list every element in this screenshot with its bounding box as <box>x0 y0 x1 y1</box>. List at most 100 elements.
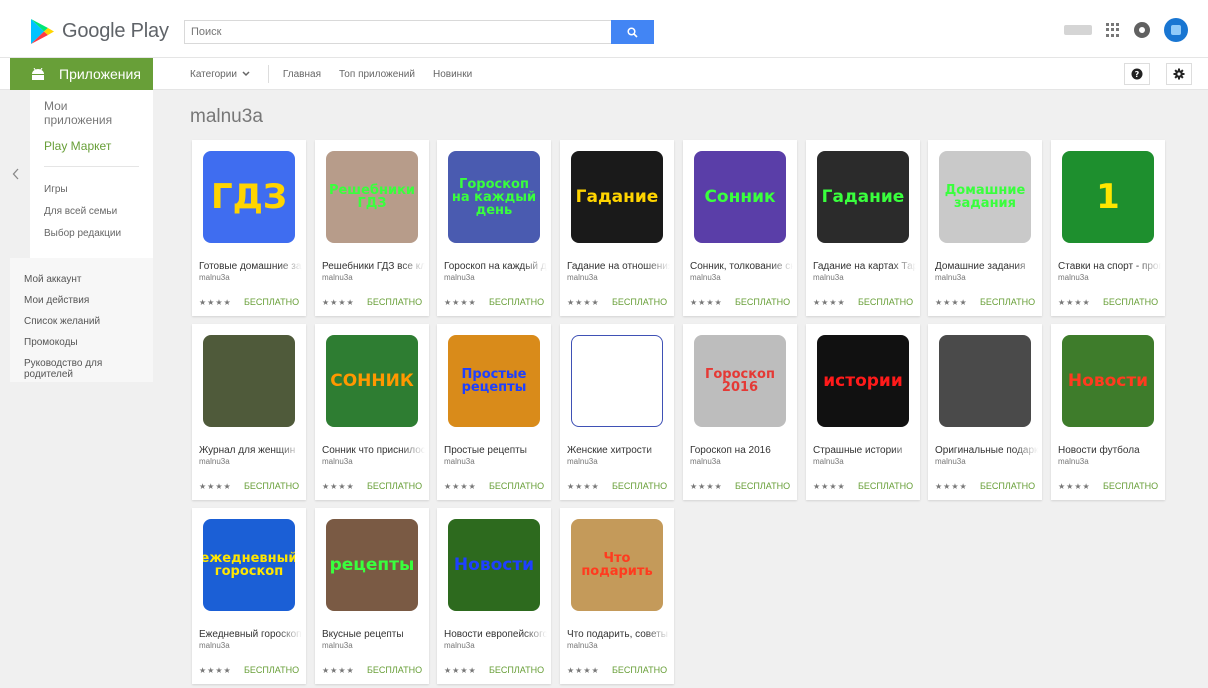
price-label[interactable]: БЕСПЛАТНО <box>980 297 1035 307</box>
price-label[interactable]: БЕСПЛАТНО <box>1103 481 1158 491</box>
nav-home[interactable]: Главная <box>283 69 321 80</box>
app-developer[interactable]: malnu3a <box>567 273 598 282</box>
app-icon[interactable]: Гадание <box>817 151 909 243</box>
categories-dropdown[interactable]: Категории <box>190 69 250 80</box>
app-icon[interactable]: истории <box>817 335 909 427</box>
app-icon[interactable] <box>571 335 663 427</box>
price-label[interactable]: БЕСПЛАТНО <box>244 665 299 675</box>
menu-wishlist[interactable]: Список желаний <box>24 316 100 327</box>
price-label[interactable]: БЕСПЛАТНО <box>1103 297 1158 307</box>
app-icon[interactable]: Решебники ГДЗ <box>326 151 418 243</box>
price-label[interactable]: БЕСПЛАТНО <box>489 297 544 307</box>
app-developer[interactable]: malnu3a <box>199 641 230 650</box>
chevron-left-icon[interactable] <box>12 168 20 180</box>
app-title[interactable]: Готовые домашние задания <box>199 261 302 272</box>
app-developer[interactable]: malnu3a <box>444 457 475 466</box>
price-label[interactable]: БЕСПЛАТНО <box>489 665 544 675</box>
menu-account[interactable]: Мой аккаунт <box>24 274 81 285</box>
price-label[interactable]: БЕСПЛАТНО <box>735 481 790 491</box>
app-title[interactable]: Страшные истории <box>813 445 916 456</box>
sidebar-item-games[interactable]: Игры <box>44 184 68 195</box>
app-card[interactable]: ГДЗ Готовые домашние заданияmalnu3a ★★★★ БЕ… <box>192 140 306 316</box>
app-card[interactable]: 1 Ставки на спорт - прогнозыmalnu3a ★★★★ БЕ… <box>1051 140 1165 316</box>
app-card[interactable]: СОННИК Сонник что приснилось malnu3a ★★★★ БЕ… <box>315 324 429 500</box>
price-label[interactable]: БЕСПЛАТНО <box>367 665 422 675</box>
price-label[interactable]: БЕСПЛАТНО <box>612 297 667 307</box>
app-title[interactable]: Решебники ГДЗ все классы <box>322 261 425 272</box>
nav-top-apps[interactable]: Топ приложений <box>339 69 415 80</box>
app-title[interactable]: Новости футбола <box>1058 445 1161 456</box>
app-title[interactable]: Вкусные рецепты <box>322 629 425 640</box>
price-label[interactable]: БЕСПЛАТНО <box>244 297 299 307</box>
sidebar-item-my-apps[interactable]: Мои приложения <box>44 99 114 127</box>
price-label[interactable]: БЕСПЛАТНО <box>367 297 422 307</box>
price-label[interactable]: БЕСПЛАТНО <box>244 481 299 491</box>
app-card[interactable]: рецепты Вкусные рецепты malnu3a ★★★★ БЕСПЛАТ… <box>315 508 429 684</box>
notifications-icon[interactable] <box>1134 22 1150 38</box>
app-icon[interactable]: Простые рецепты <box>448 335 540 427</box>
app-title[interactable]: Простые рецепты <box>444 445 547 456</box>
app-title[interactable]: Ставки на спорт - прогнозы <box>1058 261 1161 272</box>
app-developer[interactable]: malnu3a <box>813 457 844 466</box>
app-title[interactable]: Женские хитрости <box>567 445 670 456</box>
app-card[interactable]: Простые рецепты Простые рецепты malnu3a ★★★… <box>437 324 551 500</box>
app-developer[interactable]: malnu3a <box>322 273 353 282</box>
app-title[interactable]: Сонник что приснилось <box>322 445 425 456</box>
app-title[interactable]: Домашние задания <box>935 261 1038 272</box>
google-play-logo[interactable]: Google Play <box>30 18 169 45</box>
app-icon[interactable]: 1 <box>1062 151 1154 243</box>
app-icon[interactable]: Гадание <box>571 151 663 243</box>
app-icon[interactable]: ежедневный гороскоп <box>203 519 295 611</box>
app-card[interactable]: Журнал для женщин malnu3a ★★★★ БЕСПЛАТНО <box>192 324 306 500</box>
app-developer[interactable]: malnu3a <box>567 641 598 650</box>
avatar[interactable] <box>1164 18 1188 42</box>
app-card[interactable]: Гадание Гадание на отношения malnu3a ★★★★ БЕ… <box>560 140 674 316</box>
sidebar-item-family[interactable]: Для всей семьи <box>44 206 117 217</box>
app-title[interactable]: Новости европейского футбола <box>444 629 547 640</box>
app-title[interactable]: Сонник, толкование снов <box>690 261 793 272</box>
menu-my-actions[interactable]: Мои действия <box>24 295 89 306</box>
sidebar-item-editors-choice[interactable]: Выбор редакции <box>44 228 121 239</box>
app-icon[interactable]: СОННИК <box>326 335 418 427</box>
app-icon[interactable]: рецепты <box>326 519 418 611</box>
app-icon[interactable] <box>939 335 1031 427</box>
app-title[interactable]: Что подарить, советы <box>567 629 670 640</box>
app-icon[interactable]: Домашние задания <box>939 151 1031 243</box>
app-card[interactable]: Женские хитрости malnu3a ★★★★ БЕСПЛАТНО <box>560 324 674 500</box>
app-card[interactable]: Оригинальные подарки malnu3a ★★★★ БЕСПЛАТНО <box>928 324 1042 500</box>
price-label[interactable]: БЕСПЛАТНО <box>367 481 422 491</box>
app-developer[interactable]: malnu3a <box>444 641 475 650</box>
app-title[interactable]: Оригинальные подарки <box>935 445 1038 456</box>
app-developer[interactable]: malnu3a <box>199 457 230 466</box>
price-label[interactable]: БЕСПЛАТНО <box>612 481 667 491</box>
app-developer[interactable]: malnu3a <box>813 273 844 282</box>
app-title[interactable]: Ежедневный гороскоп <box>199 629 302 640</box>
app-card[interactable]: Гороскоп 2016 Гороскоп на 2016 malnu3a ★★★★… <box>683 324 797 500</box>
help-button[interactable]: ? <box>1124 63 1150 85</box>
app-developer[interactable]: malnu3a <box>444 273 475 282</box>
app-developer[interactable]: malnu3a <box>567 457 598 466</box>
app-developer[interactable]: malnu3a <box>935 273 966 282</box>
app-icon[interactable]: Гороскоп 2016 <box>694 335 786 427</box>
app-icon[interactable] <box>203 335 295 427</box>
price-label[interactable]: БЕСПЛАТНО <box>735 297 790 307</box>
app-developer[interactable]: malnu3a <box>690 273 721 282</box>
app-title[interactable]: Гороскоп на 2016 <box>690 445 793 456</box>
menu-parent-guide[interactable]: Руководство для родителей <box>24 358 124 380</box>
nav-new[interactable]: Новинки <box>433 69 472 80</box>
app-developer[interactable]: malnu3a <box>1058 457 1089 466</box>
app-icon[interactable]: ГДЗ <box>203 151 295 243</box>
menu-promo[interactable]: Промокоды <box>24 337 78 348</box>
app-title[interactable]: Гороскоп на каждый день <box>444 261 547 272</box>
app-icon[interactable]: Новости <box>1062 335 1154 427</box>
app-title[interactable]: Гадание на отношения <box>567 261 670 272</box>
app-developer[interactable]: malnu3a <box>322 457 353 466</box>
app-card[interactable]: Гороскоп на каждый день Гороскоп на кажды… <box>437 140 551 316</box>
tab-apps[interactable]: Приложения <box>10 58 153 90</box>
app-developer[interactable]: malnu3a <box>690 457 721 466</box>
app-developer[interactable]: malnu3a <box>1058 273 1089 282</box>
app-title[interactable]: Журнал для женщин <box>199 445 302 456</box>
price-label[interactable]: БЕСПЛАТНО <box>980 481 1035 491</box>
settings-button[interactable] <box>1166 63 1192 85</box>
search-input[interactable] <box>184 20 611 44</box>
